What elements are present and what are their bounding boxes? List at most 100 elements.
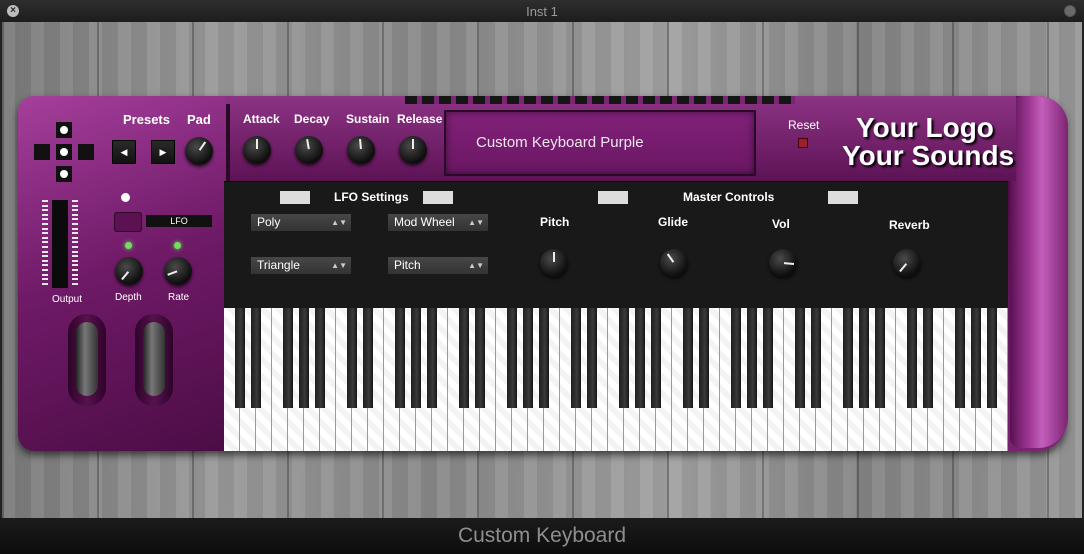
lfo-wave-select[interactable]: Triangle ▲▼ bbox=[251, 257, 351, 274]
release-knob[interactable] bbox=[399, 136, 427, 164]
decay-knob[interactable] bbox=[295, 136, 323, 164]
black-key[interactable] bbox=[875, 308, 885, 408]
piano-keyboard[interactable] bbox=[224, 308, 1008, 451]
black-key[interactable] bbox=[363, 308, 373, 408]
black-key[interactable] bbox=[843, 308, 853, 408]
meter-segment bbox=[72, 269, 78, 271]
mod-wheel[interactable] bbox=[135, 314, 173, 406]
black-key[interactable] bbox=[571, 308, 581, 408]
black-key[interactable] bbox=[731, 308, 741, 408]
meter-segment bbox=[42, 273, 48, 276]
black-key[interactable] bbox=[923, 308, 933, 408]
black-key[interactable] bbox=[635, 308, 645, 408]
black-key[interactable] bbox=[539, 308, 549, 408]
black-key[interactable] bbox=[507, 308, 517, 408]
reset-label: Reset bbox=[788, 118, 820, 132]
sustain-knob[interactable] bbox=[347, 136, 375, 164]
meter-segment bbox=[72, 223, 78, 225]
output-meter bbox=[40, 196, 80, 292]
black-key[interactable] bbox=[795, 308, 805, 408]
pitch-bend-wheel[interactable] bbox=[68, 314, 106, 406]
black-key[interactable] bbox=[459, 308, 469, 408]
black-key[interactable] bbox=[283, 308, 293, 408]
meter-segment bbox=[72, 232, 78, 235]
master-controls-led-left bbox=[598, 191, 628, 204]
meter-segment bbox=[42, 241, 48, 244]
black-key[interactable] bbox=[299, 308, 309, 408]
chevron-left-icon: ◀ bbox=[120, 147, 128, 157]
black-key[interactable] bbox=[811, 308, 821, 408]
lfo-settings-led-left bbox=[280, 191, 310, 204]
voice-mode-select[interactable]: Poly ▲▼ bbox=[251, 214, 351, 231]
meter-segment bbox=[72, 259, 78, 262]
black-key[interactable] bbox=[427, 308, 437, 408]
attack-label: Attack bbox=[243, 112, 280, 126]
depth-knob[interactable] bbox=[115, 257, 143, 285]
meter-segment bbox=[42, 269, 48, 271]
glide-knob[interactable] bbox=[660, 249, 688, 277]
lfo-toggle-button[interactable] bbox=[114, 212, 142, 232]
black-key[interactable] bbox=[955, 308, 965, 408]
pitch-knob[interactable] bbox=[540, 249, 568, 277]
black-key[interactable] bbox=[347, 308, 357, 408]
meter-segment bbox=[42, 264, 48, 267]
black-key[interactable] bbox=[747, 308, 757, 408]
preset-display-text: Custom Keyboard Purple bbox=[476, 134, 644, 151]
black-key[interactable] bbox=[395, 308, 405, 408]
black-key[interactable] bbox=[859, 308, 869, 408]
reverb-knob[interactable] bbox=[893, 249, 921, 277]
meter-segment bbox=[72, 282, 78, 285]
meter-segment bbox=[72, 250, 78, 253]
black-key[interactable] bbox=[315, 308, 325, 408]
black-key[interactable] bbox=[523, 308, 533, 408]
meter-segment bbox=[42, 282, 48, 285]
black-key[interactable] bbox=[475, 308, 485, 408]
meter-segment bbox=[42, 223, 48, 225]
black-key[interactable] bbox=[763, 308, 773, 408]
black-key[interactable] bbox=[987, 308, 997, 408]
rate-knob[interactable] bbox=[164, 257, 192, 285]
meter-segment bbox=[42, 209, 48, 212]
footer-title: Custom Keyboard bbox=[457, 524, 627, 547]
meter-segment bbox=[72, 278, 78, 281]
title-bar: × Inst 1 bbox=[0, 0, 1084, 22]
meter-segment bbox=[72, 200, 78, 202]
meter-segment bbox=[42, 227, 48, 230]
rate-led bbox=[174, 242, 181, 249]
preset-next-button[interactable]: ▶ bbox=[151, 140, 175, 164]
lfo-destination-select[interactable]: Pitch ▲▼ bbox=[388, 257, 488, 274]
lfo-label: LFO bbox=[146, 215, 212, 227]
preset-prev-button[interactable]: ◀ bbox=[112, 140, 136, 164]
depth-led bbox=[125, 242, 132, 249]
window-title: Inst 1 bbox=[526, 4, 558, 19]
black-key[interactable] bbox=[587, 308, 597, 408]
dropdown-arrow-icon: ▲▼ bbox=[468, 218, 484, 227]
output-label: Output bbox=[52, 294, 83, 305]
black-key[interactable] bbox=[651, 308, 661, 408]
meter-segment bbox=[72, 273, 78, 276]
black-key[interactable] bbox=[235, 308, 245, 408]
lfo-settings-label: LFO Settings bbox=[334, 190, 409, 204]
pad-knob[interactable] bbox=[185, 137, 213, 165]
reset-button[interactable] bbox=[798, 138, 808, 148]
vol-knob[interactable] bbox=[769, 249, 797, 277]
black-key[interactable] bbox=[907, 308, 917, 408]
dropdown-arrow-icon: ▲▼ bbox=[331, 261, 347, 270]
black-key[interactable] bbox=[619, 308, 629, 408]
glide-label: Glide bbox=[658, 215, 689, 229]
preset-display: Custom Keyboard Purple bbox=[444, 110, 756, 176]
attack-knob[interactable] bbox=[243, 136, 271, 164]
zoom-icon[interactable] bbox=[1064, 5, 1076, 17]
meter-segment bbox=[72, 218, 78, 221]
black-key[interactable] bbox=[971, 308, 981, 408]
meter-segment bbox=[42, 250, 48, 253]
lfo-source-select[interactable]: Mod Wheel ▲▼ bbox=[388, 214, 488, 231]
black-key[interactable] bbox=[699, 308, 709, 408]
decay-label: Decay bbox=[294, 112, 330, 126]
black-key[interactable] bbox=[683, 308, 693, 408]
instrument-window: × Inst 1 Presets Pad ◀ ▶ Attack Decay Su… bbox=[0, 0, 1084, 554]
keyboard-right-end bbox=[1010, 96, 1068, 448]
black-key[interactable] bbox=[411, 308, 421, 408]
black-key[interactable] bbox=[251, 308, 261, 408]
meter-segment bbox=[42, 278, 48, 281]
